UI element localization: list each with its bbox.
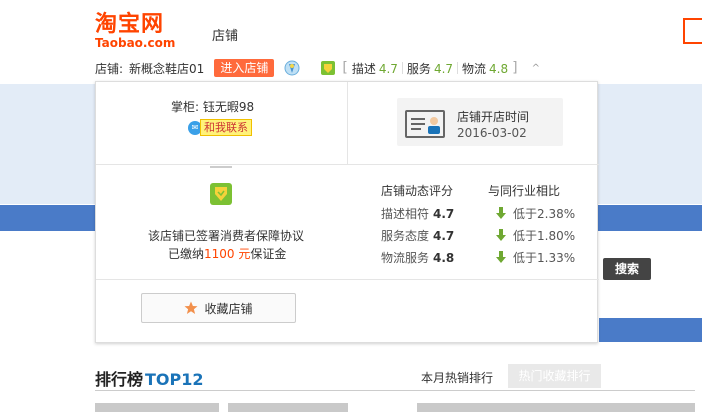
deposit-text: 已缴纳1100 元保证金 <box>168 245 286 262</box>
page: 搜索 排行榜 TOP12 本月热销排行 热门收藏排行 淘宝网 Taobao.com… <box>0 0 702 412</box>
product-thumbnail[interactable] <box>228 403 348 412</box>
rating-label: 服务 <box>406 61 431 76</box>
score-row: 物流服务 4.8 <box>381 249 454 267</box>
tab-hot-favorites[interactable]: 热门收藏排行 <box>508 364 601 388</box>
dynamic-score-header: 店铺动态评分 <box>381 184 454 198</box>
rating-label: 物流 <box>462 61 487 76</box>
open-date-card: 店铺开店时间 2016-03-02 <box>397 98 563 146</box>
category-stripe <box>599 318 702 342</box>
id-card-icon <box>405 110 445 138</box>
star-icon <box>184 301 198 314</box>
channel-title: 店铺 <box>212 29 239 44</box>
score-row: 描述相符 4.7 <box>381 205 454 223</box>
bracket-open: [ <box>342 60 348 76</box>
rating-value: 4.7 <box>378 61 398 76</box>
open-time-label: 店铺开店时间 <box>457 110 530 124</box>
contact-me-button[interactable]: ✉ 和我联系 <box>188 119 252 136</box>
rating-value: 4.8 <box>489 61 509 76</box>
rank-title: 排行榜 TOP12 <box>95 366 204 390</box>
shop-info-popup: 掌柜: 钰无暇98 ✉ 和我联系 店铺开店时间 2016-03-02 该店铺已签… <box>95 81 599 343</box>
search-button[interactable]: 搜索 <box>603 258 651 280</box>
score-value: 4.7 <box>433 207 455 221</box>
product-thumbnail[interactable] <box>417 403 695 412</box>
score-value: 4.7 <box>433 229 455 243</box>
rating-separator <box>457 62 459 74</box>
deposit-pre: 已缴纳 <box>168 247 205 261</box>
shop-label: 店铺: <box>95 61 124 76</box>
rating-separator <box>401 62 403 74</box>
rating-service: 服务 4.7 <box>407 60 453 77</box>
logo-cn-text: 淘宝网 <box>95 11 165 37</box>
contact-label: 和我联系 <box>200 119 252 136</box>
popup-bottom-divider <box>96 279 599 280</box>
enter-shop-button[interactable]: 进入店铺 <box>214 59 275 77</box>
compare-value: 低于1.80% <box>513 229 576 243</box>
score-label: 服务态度 <box>381 229 430 243</box>
divider-mark <box>210 166 232 168</box>
tab-monthly-sales[interactable]: 本月热销排行 <box>421 369 493 386</box>
score-value: 4.8 <box>433 251 455 265</box>
consumer-protection-icon[interactable] <box>320 60 336 76</box>
consumer-guarantee-icon <box>210 183 232 205</box>
deposit-post: 保证金 <box>250 247 287 261</box>
shop-name[interactable]: 新概念鞋店01 <box>129 60 204 77</box>
compare-value: 低于2.38% <box>513 207 576 221</box>
open-date-value: 2016-03-02 <box>457 126 527 140</box>
score-label: 物流服务 <box>381 251 430 265</box>
agreement-text: 该店铺已签署消费者保障协议 <box>148 229 305 243</box>
rating-value: 4.7 <box>433 61 454 76</box>
bracket-close: ] <box>512 60 518 76</box>
industry-compare-header: 与同行业相比 <box>488 184 561 198</box>
shop-owner: 掌柜: 钰无暇98 <box>171 100 255 114</box>
rating-logistics: 物流 4.8 <box>462 60 508 77</box>
taobao-logo[interactable]: 淘宝网 Taobao.com <box>95 12 191 49</box>
header-search-box[interactable] <box>683 18 702 44</box>
medal-icon[interactable] <box>284 59 300 77</box>
product-thumbnail[interactable] <box>95 403 219 412</box>
compare-value: 低于1.33% <box>513 251 576 265</box>
deposit-amount: 1100 <box>204 247 235 261</box>
rating-describe: 描述 4.7 <box>352 60 398 77</box>
favorite-label: 收藏店铺 <box>204 301 253 316</box>
collapse-caret-icon[interactable]: ^ <box>532 63 540 74</box>
id-card-graphic <box>411 117 440 134</box>
rating-label: 描述 <box>351 61 376 76</box>
shop-info-bar: 店铺: 新概念鞋店01 进入店铺 [ 描述 4.7 服务 4.7 物流 4.8 ] ^ <box>95 58 540 78</box>
logo-en-text: Taobao.com <box>95 36 176 50</box>
deposit-unit: 元 <box>238 247 251 261</box>
rank-top-label: TOP12 <box>145 370 204 389</box>
score-row: 服务态度 4.7 <box>381 227 454 245</box>
popup-divider <box>347 82 348 165</box>
rank-divider <box>95 390 695 391</box>
score-label: 描述相符 <box>381 207 430 221</box>
shop-ratings[interactable]: [ 描述 4.7 服务 4.7 物流 4.8 ] <box>342 60 517 77</box>
rank-title-text: 排行榜 <box>95 370 144 389</box>
favorite-shop-button[interactable]: 收藏店铺 <box>141 293 296 323</box>
